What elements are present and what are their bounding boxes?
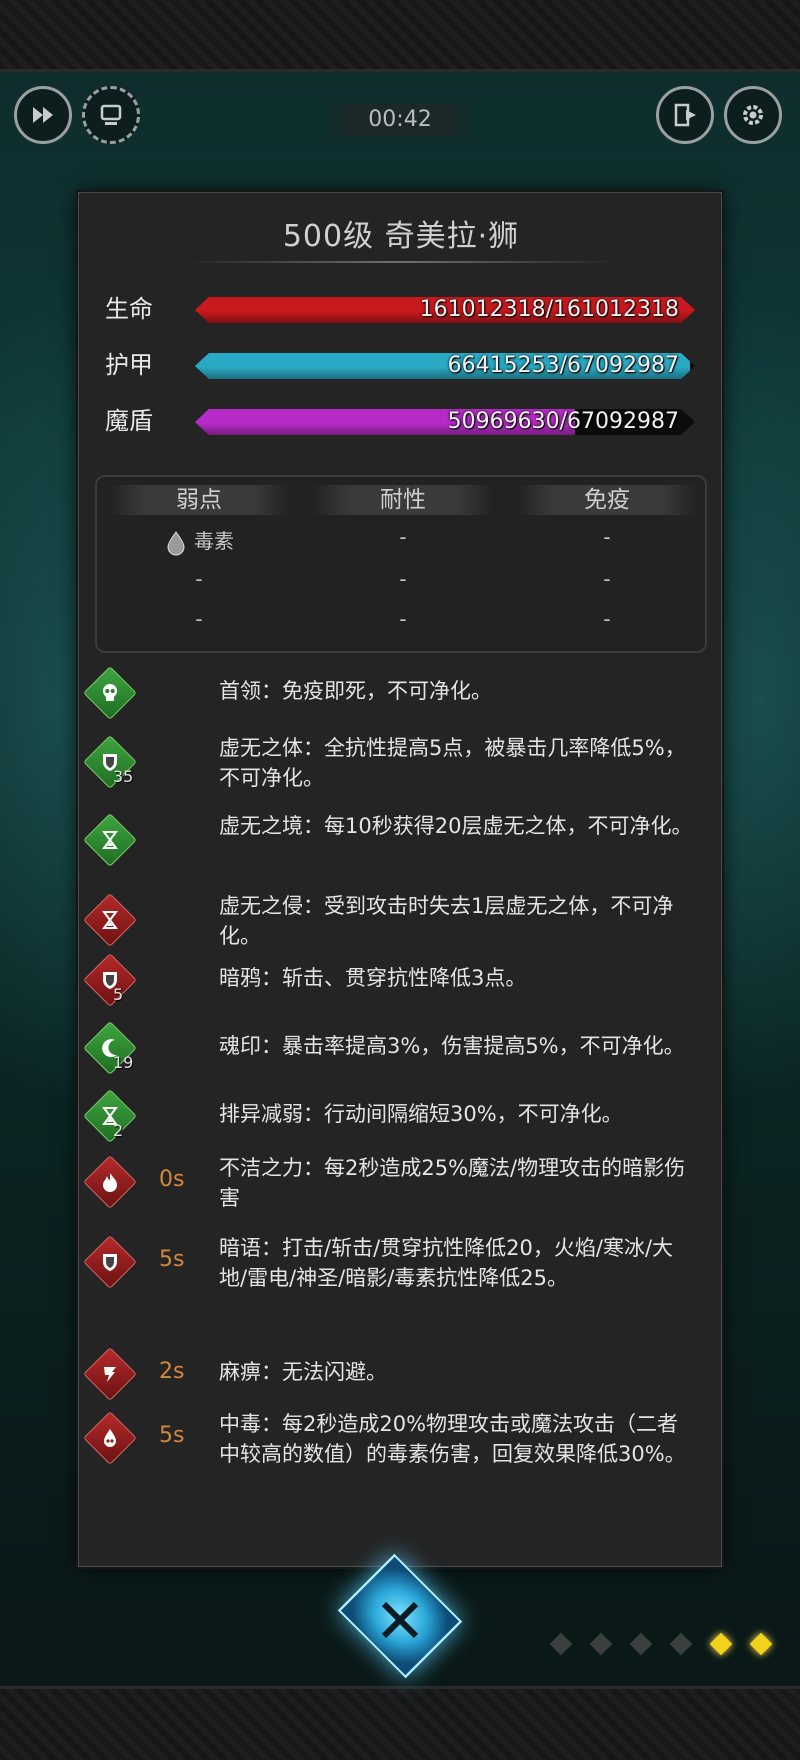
effect-stack-count: 2	[113, 1121, 124, 1140]
auto-battle-button[interactable]	[82, 86, 140, 144]
stat-bar: 66415253/67092987	[195, 353, 695, 379]
stat-value: 66415253/67092987	[447, 353, 679, 378]
close-button[interactable]	[336, 1553, 464, 1679]
stat-row: 魔盾 50969630/67092987	[79, 401, 721, 441]
auto-battle-icon	[100, 104, 122, 125]
skull-icon	[91, 674, 129, 712]
resistance-table: 弱点 耐性 免疫 毒素 - - - - - - - -	[95, 475, 707, 653]
header-weakness: 弱点	[109, 485, 289, 515]
effect-description: 排异减弱：行动间隔缩短30%，不可净化。	[219, 1102, 623, 1126]
settings-button[interactable]	[724, 86, 782, 144]
poison-drop-icon	[167, 530, 185, 555]
weakness-value: 毒素	[194, 529, 234, 553]
header-immunity: 免疫	[517, 485, 697, 515]
close-icon	[381, 1601, 419, 1639]
effect-description: 不洁之力：每2秒造成25%魔法/物理攻击的暗影伤害	[219, 1156, 686, 1210]
shield-icon	[91, 961, 129, 999]
paralysis-icon	[91, 1355, 129, 1393]
fast-forward-icon	[33, 107, 53, 123]
weakness-cell: 毒素	[109, 525, 289, 556]
stat-label: 魔盾	[105, 407, 153, 435]
gear-icon	[743, 105, 763, 125]
effect-description: 麻痹：无法闪避。	[219, 1360, 387, 1384]
stat-row: 生命 161012318/161012318	[79, 289, 721, 329]
exit-button[interactable]	[656, 86, 714, 144]
effect-stack-count: 19	[113, 1053, 134, 1072]
immunity-cell: -	[603, 567, 611, 591]
effect-duration: 5s	[159, 1247, 185, 1272]
weakness-cell: -	[195, 607, 203, 631]
effect-duration: 2s	[159, 1359, 185, 1384]
effect-stack-count: 5	[113, 985, 124, 1004]
effect-description: 魂印：暴击率提高3%，伤害提高5%，不可净化。	[219, 1034, 685, 1058]
hourglass-icon	[91, 1097, 129, 1135]
battle-timer: 00:42	[322, 104, 478, 136]
effect-description: 暗语：打击/斩击/贯穿抗性降低20，火焰/寒冰/大地/雷电/神圣/暗影/毒素抗性…	[219, 1236, 674, 1290]
poison-drop-icon	[91, 1419, 129, 1457]
effect-description: 虚无之境：每10秒获得20层虚无之体，不可净化。	[219, 814, 693, 838]
immunity-cell: -	[603, 607, 611, 631]
hourglass-icon	[91, 901, 129, 939]
immunity-cell: -	[603, 525, 611, 549]
flame-icon	[91, 1163, 129, 1201]
exit-icon	[674, 103, 696, 127]
effect-description: 暗鸦：斩击、贯穿抗性降低3点。	[219, 966, 527, 990]
top-frame	[0, 0, 800, 72]
stat-label: 护甲	[105, 351, 153, 379]
stat-value: 161012318/161012318	[419, 297, 679, 322]
resistance-cell: -	[399, 525, 407, 549]
effect-duration: 5s	[159, 1423, 185, 1448]
stat-label: 生命	[105, 295, 153, 323]
effect-description: 虚无之体：全抗性提高5点，被暴击几率降低5%，不可净化。	[219, 736, 686, 790]
stat-row: 护甲 66415253/67092987	[79, 345, 721, 385]
effect-duration: 0s	[159, 1167, 185, 1192]
effect-description: 虚无之侵：受到攻击时失去1层虚无之体，不可净化。	[219, 894, 674, 948]
effect-stack-count: 35	[113, 767, 134, 786]
enemy-info-panel: 500级 奇美拉·狮 生命 161012318/161012318 护甲 664152…	[78, 192, 722, 1567]
effect-description: 首领：免疫即死，不可净化。	[219, 679, 492, 703]
weakness-cell: -	[195, 567, 203, 591]
bottom-frame	[0, 1686, 800, 1760]
header-resistance: 耐性	[313, 485, 493, 515]
hourglass-icon	[91, 821, 129, 859]
resistance-cell: -	[399, 567, 407, 591]
enemy-title: 500级 奇美拉·狮	[282, 219, 520, 254]
stat-value: 50969630/67092987	[447, 409, 679, 434]
resistance-cell: -	[399, 607, 407, 631]
shield-icon	[91, 1243, 129, 1281]
stat-bar: 161012318/161012318	[195, 297, 695, 323]
stat-bar: 50969630/67092987	[195, 409, 695, 435]
fast-forward-button[interactable]	[14, 86, 72, 144]
effect-description: 中毒：每2秒造成20%物理攻击或魔法攻击（二者中较高的数值）的毒素伤害，回复效果…	[219, 1412, 686, 1466]
title-divider	[186, 261, 616, 263]
